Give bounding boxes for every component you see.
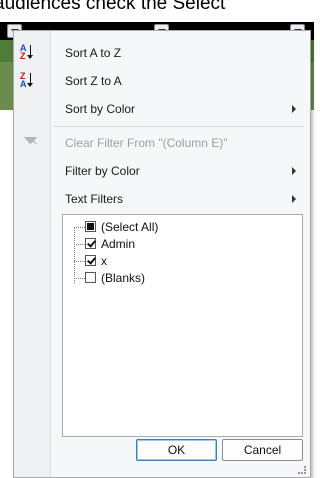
resize-grip-icon[interactable] bbox=[298, 466, 306, 474]
menu-separator bbox=[54, 126, 304, 127]
menu-item-clear-filter[interactable]: ✕ Clear Filter From "(Column E)" bbox=[14, 129, 310, 157]
sort-z-to-a-icon: ZA bbox=[20, 72, 42, 90]
menu-item-label: Clear Filter From "(Column E)" bbox=[65, 136, 228, 150]
cancel-button[interactable]: Cancel bbox=[222, 439, 303, 461]
submenu-arrow-icon bbox=[292, 167, 296, 175]
menu-item-sort-by-color[interactable]: Sort by Color bbox=[14, 95, 310, 123]
menu-item-sort-z-to-a[interactable]: ZA Sort Z to A bbox=[14, 67, 310, 95]
menu-item-filter-by-color[interactable]: Filter by Color bbox=[14, 157, 310, 185]
ok-button[interactable]: OK bbox=[136, 439, 217, 461]
menu-item-label: Sort Z to A bbox=[65, 74, 122, 88]
caption-strip: audiences check the Select bbox=[0, 0, 314, 22]
menu-item-label: Filter by Color bbox=[65, 164, 140, 178]
filter-menu: AZ Sort A to Z ZA Sort Z to A Sort by Co… bbox=[13, 30, 311, 478]
checkbox[interactable] bbox=[85, 255, 96, 266]
caption-text: audiences check the Select bbox=[0, 0, 226, 14]
sort-a-to-z-icon: AZ bbox=[20, 44, 42, 62]
menu-item-sort-a-to-z[interactable]: AZ Sort A to Z bbox=[14, 39, 310, 67]
checkbox[interactable] bbox=[85, 221, 96, 232]
menu-item-text-filters[interactable]: Text Filters bbox=[14, 185, 310, 213]
value-checklist[interactable]: (Select All) Admin x (Blanks) bbox=[62, 214, 303, 437]
menu-item-label: Text Filters bbox=[65, 192, 124, 206]
submenu-arrow-icon bbox=[292, 195, 296, 203]
checklist-item-label: (Select All) bbox=[101, 220, 159, 234]
checklist-item-label: Admin bbox=[101, 237, 136, 251]
submenu-arrow-icon bbox=[292, 105, 296, 113]
checkbox[interactable] bbox=[85, 272, 96, 283]
menu-item-label: Sort by Color bbox=[65, 102, 136, 116]
checklist-item-label: (Blanks) bbox=[101, 271, 146, 285]
checklist-item-label: x bbox=[101, 254, 107, 268]
clear-filter-icon: ✕ bbox=[20, 134, 42, 152]
menu-item-label: Sort A to Z bbox=[65, 46, 122, 60]
checkbox[interactable] bbox=[85, 238, 96, 249]
